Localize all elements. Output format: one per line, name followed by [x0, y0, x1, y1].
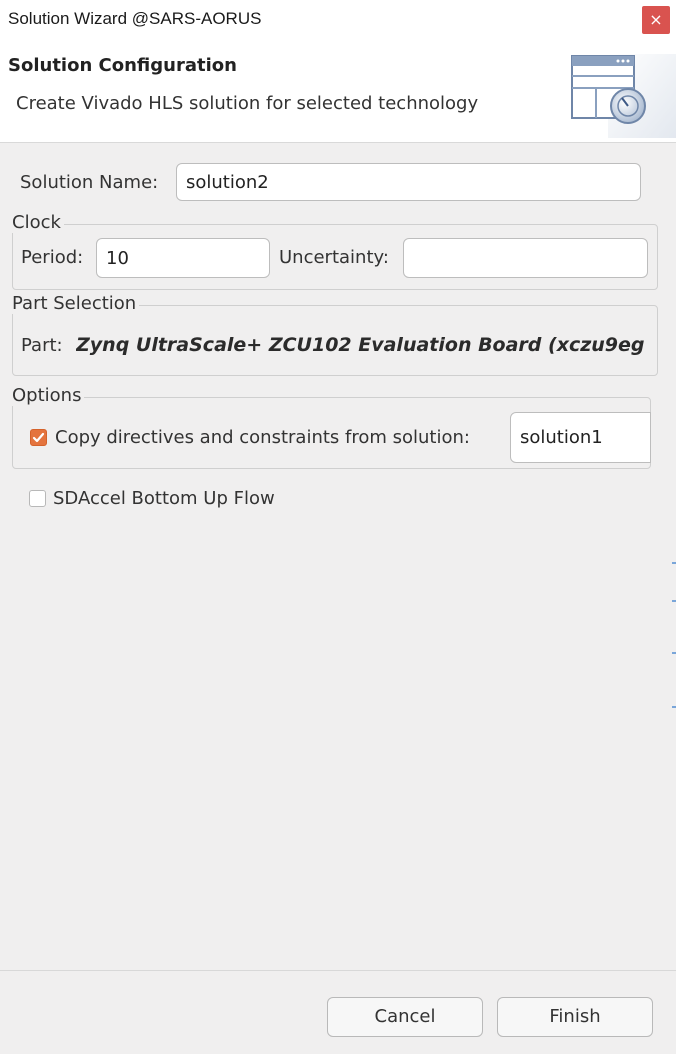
- uncertainty-input[interactable]: [403, 238, 648, 278]
- uncertainty-label: Uncertainty:: [279, 247, 389, 268]
- cancel-button[interactable]: Cancel: [327, 997, 483, 1037]
- sdaccel-label: SDAccel Bottom Up Flow: [53, 488, 275, 509]
- page-subtitle: Create Vivado HLS solution for selected …: [16, 93, 479, 114]
- clock-group-title: Clock: [12, 212, 64, 233]
- title-bar: Solution Wizard @SARS-AORUS ×: [0, 0, 676, 40]
- copy-directives-checkbox[interactable]: [30, 429, 47, 446]
- edge-mark: [672, 706, 676, 708]
- part-value[interactable]: Zynq UltraScale+ ZCU102 Evaluation Board…: [76, 334, 644, 356]
- edge-mark: [672, 600, 676, 602]
- close-button[interactable]: ×: [642, 6, 670, 34]
- checkmark-icon: [32, 432, 45, 443]
- footer-divider: [0, 970, 676, 971]
- part-label: Part:: [21, 335, 63, 356]
- copy-directives-label: Copy directives and constraints from sol…: [55, 427, 470, 448]
- window-title: Solution Wizard @SARS-AORUS: [8, 9, 262, 28]
- period-label: Period:: [21, 247, 84, 268]
- edge-mark: [672, 652, 676, 654]
- finish-button[interactable]: Finish: [497, 997, 653, 1037]
- header-banner: Solution Configuration Create Vivado HLS…: [0, 40, 676, 143]
- page-title: Solution Configuration: [8, 55, 237, 76]
- solution-name-label: Solution Name:: [20, 172, 159, 193]
- period-input[interactable]: [96, 238, 270, 278]
- source-solution-select[interactable]: [510, 412, 651, 463]
- part-selection-group-title: Part Selection: [12, 293, 140, 314]
- wizard-banner-icon: [571, 54, 676, 138]
- part-value-clip: Zynq UltraScale+ ZCU102 Evaluation Board…: [76, 330, 644, 362]
- solution-wizard-window: Solution Wizard @SARS-AORUS × Solution C…: [0, 0, 676, 1054]
- sdaccel-checkbox[interactable]: [29, 490, 46, 507]
- close-icon: ×: [649, 10, 663, 29]
- edge-mark: [672, 562, 676, 564]
- options-group-title: Options: [12, 385, 85, 406]
- solution-name-input[interactable]: [176, 163, 641, 201]
